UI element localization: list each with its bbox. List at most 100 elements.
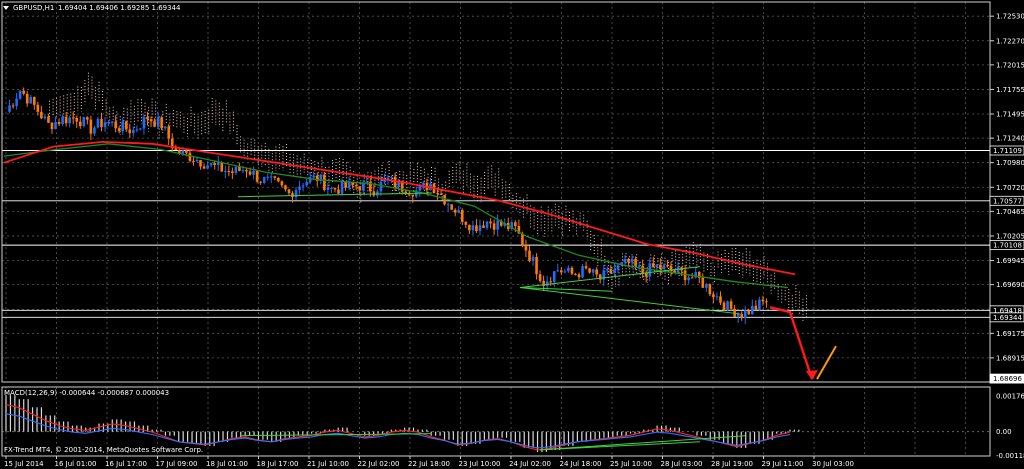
candle-body	[18, 90, 22, 99]
candle-body	[234, 166, 238, 173]
candle-body	[337, 189, 340, 194]
candle-body	[128, 129, 132, 134]
y-tick-label: 1.70720	[996, 184, 1024, 192]
candle-body	[248, 171, 252, 175]
x-tick-label: 15 Jul 2014	[4, 460, 44, 468]
candle-body	[25, 93, 29, 104]
candle-body	[305, 182, 308, 186]
x-tick-label: 29 Jul 11:00	[762, 460, 804, 468]
candle-body	[666, 265, 669, 267]
candle-body	[75, 117, 79, 122]
candle-body	[705, 284, 708, 288]
y-tick-label: 1.71755	[996, 86, 1024, 94]
price-box-label: 1.70108	[993, 242, 1022, 250]
trendline[interactable]	[237, 192, 433, 198]
candle-body	[262, 177, 266, 183]
candle-body	[54, 122, 57, 130]
candle-body	[514, 222, 517, 226]
candle-body	[453, 209, 457, 213]
candle-body	[690, 277, 694, 279]
candle-body	[591, 269, 595, 273]
candle-body	[436, 193, 439, 195]
price-box-label: 1.71109	[993, 147, 1022, 155]
candle-body	[312, 175, 316, 178]
candle-body	[687, 277, 690, 281]
candle-body	[471, 225, 475, 231]
candle-body	[376, 191, 379, 196]
candle-body	[719, 296, 722, 303]
candle-body	[584, 266, 588, 269]
macd-tick-label: 0.00	[996, 428, 1012, 436]
candle-body	[347, 181, 351, 188]
candle-body	[605, 269, 609, 271]
main-frame	[1, 1, 991, 383]
chart-ohlc: 1.69404 1.69406 1.69285 1.69344	[58, 4, 181, 12]
candle-body	[36, 104, 40, 112]
candle-body	[765, 301, 768, 303]
forecast-down-arrow[interactable]	[769, 306, 814, 380]
candle-body	[726, 301, 729, 311]
candle-body	[220, 162, 224, 172]
candle-body	[613, 269, 616, 273]
candle-body	[570, 267, 574, 274]
candle-body	[121, 121, 125, 132]
candle-body	[269, 176, 273, 178]
macd-label: MACD(12,26,9) -0.000644 -0.000687 0.0000…	[4, 389, 169, 397]
candle-body	[68, 117, 71, 124]
candle-body	[195, 160, 199, 162]
candle-body	[245, 170, 248, 172]
x-tick-label: 28 Jul 03:00	[661, 460, 703, 468]
chart-window[interactable]: 1.72530 1.72270 1.72015 1.71755 1.71495 1.712…	[0, 0, 1024, 469]
x-tick-label: 22 Jul 18:00	[408, 460, 450, 468]
candle-body	[266, 176, 270, 178]
candle-body	[574, 273, 577, 275]
y-tick-label: 1.71240	[996, 135, 1024, 143]
forecast-up-line[interactable]	[816, 345, 837, 380]
candle-body	[117, 128, 121, 132]
candle-body	[93, 127, 96, 134]
candle-body	[662, 265, 666, 270]
macd-tick-label: -0.001180	[996, 452, 1024, 460]
candle-body	[450, 204, 453, 210]
candle-body	[595, 269, 598, 275]
candle-body	[29, 96, 33, 104]
candle-body	[637, 265, 641, 267]
candle-body	[174, 148, 178, 150]
x-tick-label: 25 Jul 10:00	[610, 460, 652, 468]
candle-body	[192, 160, 195, 162]
candle-body	[475, 225, 478, 232]
candle-body	[50, 122, 54, 130]
candle-body	[8, 105, 11, 112]
candle-body	[754, 305, 758, 310]
y-tick-label: 1.71495	[996, 111, 1024, 119]
x-tick-label: 16 Jul 17:00	[105, 460, 147, 468]
candle-body	[89, 119, 93, 134]
candle-body	[485, 221, 489, 228]
candle-body	[588, 268, 591, 273]
x-tick-label: 17 Jul 09:00	[156, 460, 198, 468]
candle-body	[100, 118, 103, 128]
candle-body	[287, 189, 291, 194]
candle-body	[422, 182, 425, 185]
candle-body	[443, 194, 446, 205]
candle-body	[496, 220, 499, 230]
candles	[8, 87, 768, 324]
candle-body	[11, 105, 15, 107]
candle-body	[715, 296, 719, 298]
candle-body	[139, 128, 142, 130]
candle-body	[489, 221, 492, 224]
candle-body	[446, 204, 450, 206]
candle-body	[457, 209, 461, 213]
y-tick-label: 1.68915	[996, 354, 1024, 362]
candle-body	[188, 152, 192, 161]
candle-body	[729, 301, 733, 309]
x-tick-label: 28 Jul 19:00	[711, 460, 753, 468]
x-tick-label: 16 Jul 01:00	[55, 460, 97, 468]
chart-menu-triangle-icon[interactable]	[3, 6, 9, 10]
candle-body	[326, 188, 330, 191]
candle-body	[323, 174, 326, 191]
horizontal-levels[interactable]	[2, 150, 990, 318]
candle-body	[701, 277, 705, 288]
candle-body	[747, 310, 751, 315]
forecast-arrows[interactable]	[769, 306, 837, 381]
